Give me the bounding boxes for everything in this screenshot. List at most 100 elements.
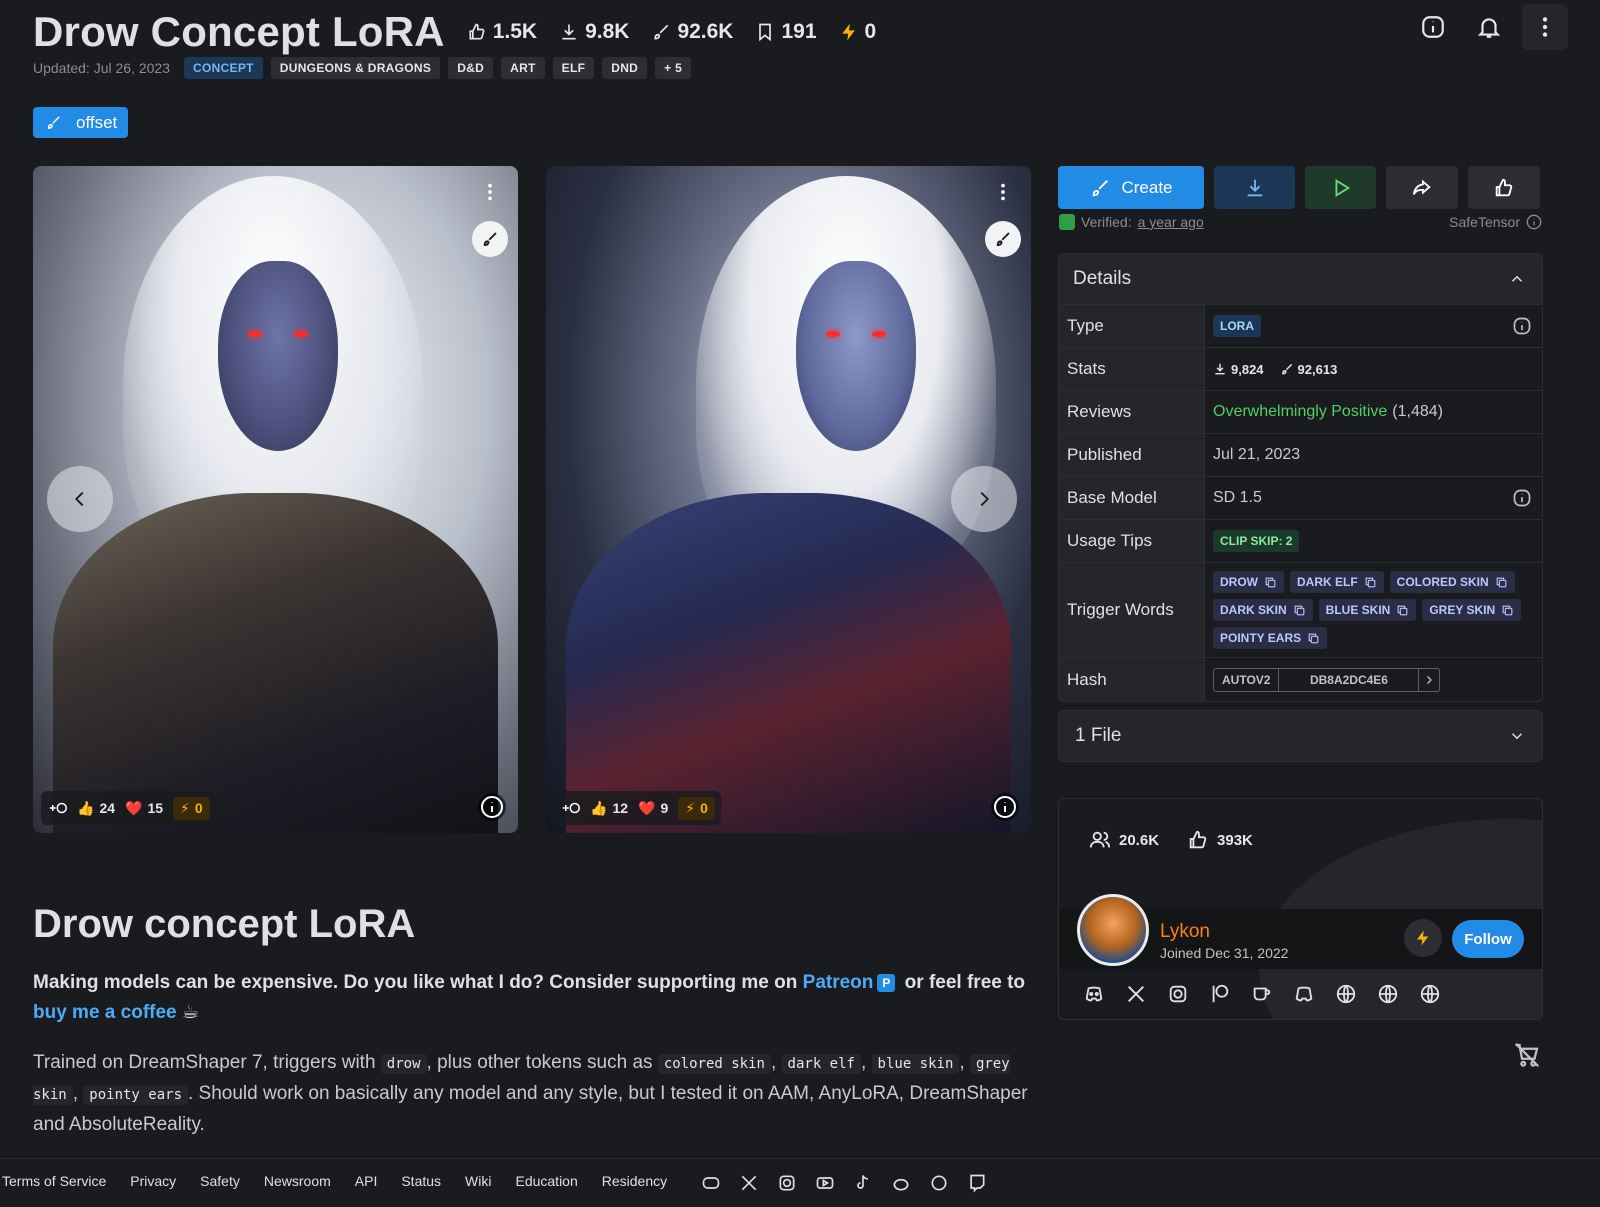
globe-icon[interactable] xyxy=(1377,983,1399,1005)
image-menu-button[interactable] xyxy=(476,178,504,206)
hash-value[interactable]: DB8A2DC4E6 xyxy=(1279,668,1420,691)
like-button[interactable] xyxy=(1468,166,1540,209)
trigger-word[interactable]: POINTY EARS xyxy=(1213,627,1328,649)
image-info-button[interactable] xyxy=(991,793,1019,821)
info-circle-icon[interactable] xyxy=(1512,316,1532,336)
dots-vertical-icon xyxy=(1001,183,1005,201)
instagram-icon[interactable] xyxy=(777,1173,797,1193)
trigger-word[interactable]: DARK ELF xyxy=(1290,571,1384,593)
tip-buzz-button[interactable] xyxy=(1404,919,1442,957)
instagram-icon[interactable] xyxy=(1167,983,1189,1005)
offset-badge[interactable]: offset xyxy=(33,107,128,138)
likes-stat: 1.5K xyxy=(467,20,537,44)
footer-link-safety[interactable]: Safety xyxy=(200,1173,240,1189)
details-header[interactable]: Details xyxy=(1059,254,1542,305)
heart-reaction[interactable]: ❤️ 9 xyxy=(638,800,668,817)
follow-button[interactable]: Follow xyxy=(1452,920,1524,958)
footer-link-privacy[interactable]: Privacy xyxy=(130,1173,176,1189)
info-button[interactable] xyxy=(1410,4,1456,50)
trigger-word[interactable]: BLUE SKIN xyxy=(1318,599,1417,621)
trigger-word[interactable]: DARK SKIN xyxy=(1213,599,1313,621)
discord-icon[interactable] xyxy=(1293,983,1315,1005)
detail-row-usage-tips: Usage Tips CLIP SKIP: 2 xyxy=(1059,520,1542,563)
x-icon[interactable] xyxy=(739,1173,759,1193)
tag-concept[interactable]: CONCEPT xyxy=(184,57,263,79)
hash-selector[interactable]: AUTOV2 DB8A2DC4E6 xyxy=(1213,667,1441,692)
footer-link-terms[interactable]: Terms of Service xyxy=(2,1173,106,1189)
image-card[interactable]: 👍 24 ❤️ 15 ⚡ 0 xyxy=(33,166,518,833)
tag-dnd-short[interactable]: D&D xyxy=(448,57,494,79)
tag-dnd[interactable]: DND xyxy=(602,57,648,79)
heart-reaction[interactable]: ❤️ 15 xyxy=(125,800,163,817)
trigger-word[interactable]: GREY SKIN xyxy=(1422,599,1522,621)
carousel-next-button[interactable] xyxy=(951,466,1017,532)
buzz-reaction[interactable]: ⚡ 0 xyxy=(173,796,210,820)
info-circle-icon[interactable] xyxy=(1512,488,1532,508)
download-button[interactable] xyxy=(1214,166,1295,209)
discord-icon[interactable] xyxy=(701,1173,721,1193)
globe-icon[interactable] xyxy=(1419,983,1441,1005)
footer-link-api[interactable]: API xyxy=(355,1173,378,1189)
remix-button[interactable] xyxy=(985,221,1021,257)
twitch-icon[interactable] xyxy=(967,1173,987,1193)
avatar[interactable] xyxy=(1077,894,1149,966)
shopping-cart-off-icon[interactable] xyxy=(1512,1040,1542,1070)
create-button[interactable]: Create xyxy=(1058,166,1204,209)
verified-time[interactable]: a year ago xyxy=(1138,214,1204,230)
reviews-rating[interactable]: Overwhelmingly Positive xyxy=(1213,403,1387,421)
footer-link-status[interactable]: Status xyxy=(401,1173,441,1189)
run-button[interactable] xyxy=(1305,166,1376,209)
paragraph-text: Trained on DreamShaper 7, triggers with xyxy=(33,1052,381,1073)
notify-button[interactable] xyxy=(1466,4,1512,50)
footer-link-education[interactable]: Education xyxy=(515,1173,577,1189)
trigger-word-list: DROW DARK ELF COLORED SKIN DARK SKIN BLU… xyxy=(1213,563,1533,657)
hash-type[interactable]: AUTOV2 xyxy=(1214,668,1280,691)
footer-link-wiki[interactable]: Wiki xyxy=(465,1173,491,1189)
remix-button[interactable] xyxy=(472,221,508,257)
trigger-word[interactable]: COLORED SKIN xyxy=(1389,571,1515,593)
coffee-link[interactable]: buy me a coffee xyxy=(33,1002,177,1023)
youtube-icon[interactable] xyxy=(815,1173,835,1193)
reddit-icon[interactable] xyxy=(891,1173,911,1193)
buzz-reaction[interactable]: ⚡ 0 xyxy=(678,796,715,820)
creator-likes-stat: 393K xyxy=(1179,823,1261,857)
chevron-right-icon xyxy=(980,491,989,507)
footer-link-residency[interactable]: Residency xyxy=(602,1173,667,1189)
kofi-icon[interactable] xyxy=(1251,983,1273,1005)
like-reaction[interactable]: 👍 24 xyxy=(77,800,115,817)
trigger-word[interactable]: DROW xyxy=(1213,571,1284,593)
add-reaction-button[interactable] xyxy=(49,799,67,817)
discord-icon[interactable] xyxy=(1083,983,1105,1005)
patreon-icon[interactable] xyxy=(1209,983,1231,1005)
globe-icon[interactable] xyxy=(1335,983,1357,1005)
copy-icon xyxy=(1397,605,1408,615)
x-icon[interactable] xyxy=(1125,983,1147,1005)
image-menu-button[interactable] xyxy=(989,178,1017,206)
image-info-button[interactable] xyxy=(478,793,506,821)
detail-label: Reviews xyxy=(1059,391,1205,433)
creator-likes-count: 393K xyxy=(1217,831,1253,849)
detail-row-stats: Stats 9,824 92,613 xyxy=(1059,348,1542,391)
github-icon[interactable] xyxy=(929,1173,949,1193)
tag-art[interactable]: ART xyxy=(501,57,545,79)
image-card[interactable]: 👍 12 ❤️ 9 ⚡ 0 xyxy=(546,166,1031,833)
tag-dnd-full[interactable]: DUNGEONS & DRAGONS xyxy=(270,57,441,79)
patreon-link[interactable]: Patreon xyxy=(803,972,874,993)
hash-next-button[interactable] xyxy=(1419,669,1439,691)
info-circle-icon[interactable] xyxy=(1526,214,1542,230)
like-reaction[interactable]: 👍 12 xyxy=(590,800,628,817)
add-reaction-button[interactable] xyxy=(562,799,580,817)
creator-name[interactable]: Lykon xyxy=(1160,921,1210,943)
thumbs-up-icon xyxy=(469,23,485,40)
tag-more[interactable]: + 5 xyxy=(655,57,692,79)
carousel-prev-button[interactable] xyxy=(47,466,113,532)
tag-elf[interactable]: ELF xyxy=(552,57,595,79)
tiktok-icon[interactable] xyxy=(853,1173,873,1193)
bookmarks-stat: 191 xyxy=(755,20,817,44)
files-accordion[interactable]: 1 File xyxy=(1058,710,1543,762)
copy-icon xyxy=(1294,605,1305,615)
downloads-stat: 9.8K xyxy=(559,20,629,44)
share-button[interactable] xyxy=(1386,166,1458,209)
footer-link-newsroom[interactable]: Newsroom xyxy=(264,1173,331,1189)
more-menu-button[interactable] xyxy=(1522,4,1568,50)
